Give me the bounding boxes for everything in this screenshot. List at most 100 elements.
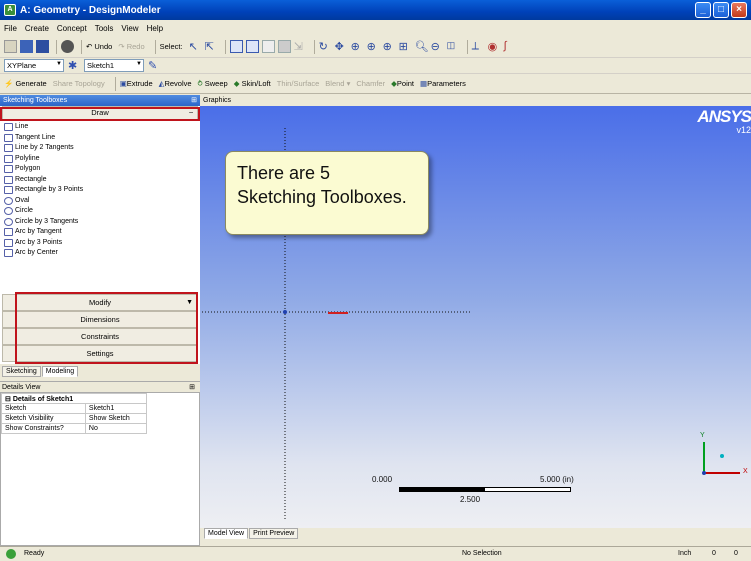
ansys-logo: ANSYS bbox=[697, 107, 751, 126]
version-label: v12 bbox=[736, 125, 751, 135]
zoom-out-icon[interactable]: ⊖ bbox=[431, 40, 444, 53]
draw-tool-line-by-2-tangents[interactable]: Line by 2 Tangents bbox=[4, 143, 200, 154]
extend-icon[interactable]: ⇲ bbox=[294, 40, 307, 53]
menu-create[interactable]: Create bbox=[25, 24, 49, 33]
generate-button[interactable]: ⚡ Generate bbox=[4, 79, 47, 88]
ready-icon bbox=[6, 549, 16, 559]
rotate-icon[interactable]: ↻ bbox=[319, 40, 332, 53]
draw-tool-arc-by-center[interactable]: Arc by Center bbox=[4, 248, 200, 259]
triad-icon[interactable]: ⟂ bbox=[472, 40, 485, 53]
new-icon[interactable] bbox=[4, 40, 17, 53]
rectangle-icon bbox=[4, 175, 13, 184]
undo-button[interactable]: ↶ Undo bbox=[86, 42, 112, 51]
draw-tool-polygon[interactable]: Polygon bbox=[4, 164, 200, 175]
blend-button[interactable]: Blend ▾ bbox=[325, 79, 350, 88]
new-plane-icon[interactable]: ✱ bbox=[68, 59, 81, 72]
draw-tool-circle-3-tangents[interactable]: Circle by 3 Tangents bbox=[4, 217, 200, 228]
chamfer-button[interactable]: Chamfer bbox=[356, 79, 385, 88]
iso-view-icon[interactable]: ◫ bbox=[447, 40, 460, 53]
pan-icon[interactable]: ✥ bbox=[335, 40, 348, 53]
extrude-button[interactable]: ▣Extrude bbox=[120, 79, 153, 88]
draw-tool-rectangle[interactable]: Rectangle bbox=[4, 175, 200, 186]
save-icon[interactable] bbox=[36, 40, 49, 53]
menu-file[interactable]: File bbox=[4, 24, 17, 33]
select-body-icon[interactable] bbox=[277, 40, 291, 53]
menu-view[interactable]: View bbox=[121, 24, 138, 33]
parameters-button[interactable]: ▦Parameters bbox=[420, 79, 466, 88]
box-zoom-icon[interactable]: ⊕ bbox=[367, 40, 380, 53]
graphics-header: Graphics bbox=[200, 95, 751, 106]
select-mode-icon[interactable]: ⇱ bbox=[205, 40, 218, 53]
select-edge-icon[interactable] bbox=[245, 40, 259, 53]
draw-tool-line[interactable]: Line bbox=[4, 122, 200, 133]
zoom-icon[interactable]: ⊕ bbox=[351, 40, 364, 53]
menu-concept[interactable]: Concept bbox=[57, 24, 87, 33]
draw-tool-rectangle-3-points[interactable]: Rectangle by 3 Points bbox=[4, 185, 200, 196]
zoom-box-icon[interactable]: ⊞ bbox=[399, 40, 412, 53]
tab-modeling[interactable]: Modeling bbox=[41, 366, 79, 377]
magnifier-icon[interactable]: 🔍︎ bbox=[415, 40, 429, 53]
plane-toolbar: XYPlane ▼ ✱ Sketch1 ▼ ✎ bbox=[0, 58, 751, 74]
maximize-button[interactable]: □ bbox=[713, 2, 729, 18]
draw-tool-circle[interactable]: Circle bbox=[4, 206, 200, 217]
zoom-fit-icon[interactable]: ⊕ bbox=[383, 40, 396, 53]
open-icon[interactable] bbox=[20, 40, 33, 53]
sketching-toolboxes-header: Sketching Toolboxes ⊞ bbox=[0, 95, 200, 106]
scale-mid-label: 2.500 bbox=[460, 495, 481, 504]
callout-line-2: Sketching Toolboxes. bbox=[237, 187, 407, 207]
draw-tool-tangent-line[interactable]: Tangent Line bbox=[4, 133, 200, 144]
draw-tool-arc-3-points[interactable]: Arc by 3 Points bbox=[4, 238, 200, 249]
menu-bar: File Create Concept Tools View Help bbox=[0, 20, 751, 36]
highlight-box-toolboxes bbox=[15, 292, 198, 364]
menu-help[interactable]: Help bbox=[147, 24, 163, 33]
draw-tool-polyline[interactable]: Polyline bbox=[4, 154, 200, 165]
arc-tangent-icon bbox=[4, 228, 13, 237]
graphics-viewport[interactable]: ANSYS v12 There are 5 Sketching Toolboxe… bbox=[200, 106, 751, 528]
table-row[interactable]: Show Constraints? No bbox=[1, 423, 148, 434]
minimize-button[interactable]: _ bbox=[695, 2, 711, 18]
panel-tabs: Sketching Modeling bbox=[0, 364, 200, 377]
look-at-icon[interactable]: ◉ bbox=[488, 40, 501, 53]
tab-print-preview[interactable]: Print Preview bbox=[249, 528, 299, 539]
circle-3-tangents-icon bbox=[4, 217, 13, 226]
callout-line-1: There are 5 bbox=[237, 163, 331, 183]
status-value-1: 0 bbox=[712, 550, 716, 557]
redo-button[interactable]: ↷ Redo bbox=[118, 42, 144, 51]
sketch-select[interactable]: Sketch1 ▼ bbox=[84, 59, 144, 72]
new-sketch-icon[interactable]: ✎ bbox=[148, 59, 161, 72]
status-value-2: 0 bbox=[734, 550, 738, 557]
tab-model-view[interactable]: Model View bbox=[204, 528, 249, 539]
table-row[interactable]: Sketch Sketch1 bbox=[1, 403, 148, 414]
line-2-tangents-icon bbox=[4, 144, 13, 153]
main-toolbar: ↶ Undo ↷ Redo Select: ↖ ⇱ ⇲ ↻ ✥ ⊕ ⊕ ⊕ ⊞ … bbox=[0, 36, 751, 58]
parameter-icon[interactable]: ∫ bbox=[504, 40, 517, 53]
details-group-title[interactable]: ⊟ Details of Sketch1 bbox=[1, 393, 147, 404]
draw-tool-arc-by-tangent[interactable]: Arc by Tangent bbox=[4, 227, 200, 238]
revolve-button[interactable]: ◭Revolve bbox=[159, 79, 192, 88]
draw-tool-oval[interactable]: Oval bbox=[4, 196, 200, 207]
tab-sketching[interactable]: Sketching bbox=[2, 366, 41, 377]
window-title: A: Geometry - DesignModeler bbox=[20, 4, 161, 16]
menu-tools[interactable]: Tools bbox=[95, 24, 114, 33]
thin-surface-button[interactable]: Thin/Surface bbox=[277, 79, 320, 88]
origin-point[interactable] bbox=[283, 310, 287, 314]
close-button[interactable]: × bbox=[731, 2, 747, 18]
point-button[interactable]: ◆Point bbox=[391, 79, 414, 88]
select-face-icon[interactable] bbox=[261, 40, 275, 53]
camera-icon[interactable] bbox=[61, 40, 74, 53]
tangent-line-icon bbox=[4, 133, 13, 142]
pin-icon[interactable]: ⊞ bbox=[191, 95, 197, 106]
features-toolbar: ⚡ Generate Share Topology ▣Extrude ◭Revo… bbox=[0, 74, 751, 94]
highlight-box-draw bbox=[0, 107, 200, 121]
select-point-icon[interactable]: ↖ bbox=[189, 40, 202, 53]
details-view-panel: ⊟ Details of Sketch1 Sketch Sketch1 Sketc… bbox=[0, 392, 200, 546]
select-vertex-icon[interactable] bbox=[229, 40, 243, 53]
share-topology-button[interactable]: Share Topology bbox=[53, 79, 105, 88]
graphics-tabs: Model View Print Preview bbox=[200, 528, 751, 542]
skin-loft-button[interactable]: ◆ Skin/Loft bbox=[234, 79, 271, 88]
plane-select[interactable]: XYPlane ▼ bbox=[4, 59, 64, 72]
sweep-button[interactable]: ⥁ Sweep bbox=[198, 79, 228, 88]
table-row[interactable]: Sketch Visibility Show Sketch bbox=[1, 413, 148, 424]
scale-end-label: 5.000 (in) bbox=[540, 475, 574, 484]
callout-box: There are 5 Sketching Toolboxes. bbox=[225, 151, 429, 235]
